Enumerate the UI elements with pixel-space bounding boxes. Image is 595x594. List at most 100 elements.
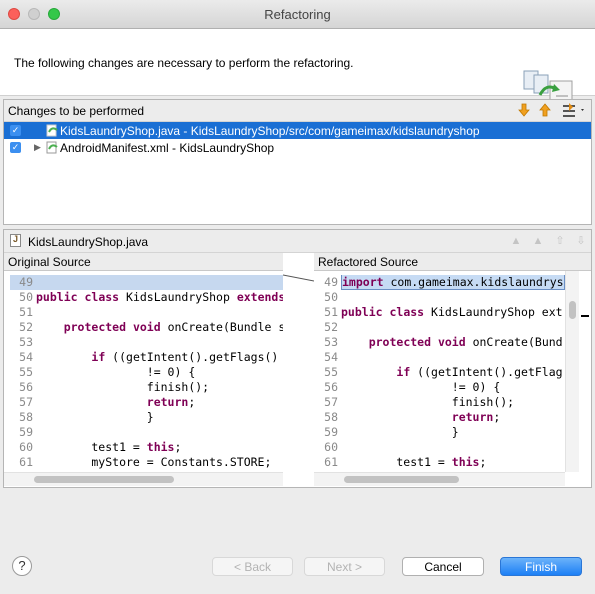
xml-file-change-icon bbox=[46, 141, 58, 154]
compare-panel: KidsLaundryShop.java ▲ ▲ ⇧ ⇩ Original So… bbox=[3, 229, 592, 488]
line-number: 55 bbox=[324, 365, 338, 379]
change-item-java-label: KidsLaundryShop.java - KidsLaundryShop/s… bbox=[60, 124, 480, 138]
code-line: 56 != 0) { bbox=[315, 380, 565, 395]
code-line: 51 public class KidsLaundryShop ext bbox=[315, 305, 565, 320]
code-line: 57 return; bbox=[10, 395, 283, 410]
previous-difference-icon: ▲ bbox=[532, 235, 544, 247]
line-number: 58 bbox=[19, 410, 33, 424]
code-line: 55 if ((getIntent().getFlag bbox=[315, 365, 565, 380]
code-line: 50 bbox=[315, 290, 565, 305]
code-text: public class KidsLaundryShop ext bbox=[341, 305, 563, 319]
change-item-java-checkbox[interactable]: ✓ bbox=[10, 125, 21, 136]
code-line: 56 finish(); bbox=[10, 380, 283, 395]
code-line: 51 bbox=[10, 305, 283, 320]
line-number: 50 bbox=[324, 290, 338, 304]
code-text: != 0) { bbox=[36, 365, 196, 379]
code-text: finish(); bbox=[36, 380, 210, 394]
change-item-manifest-checkbox[interactable]: ✓ bbox=[10, 142, 21, 153]
line-number: 61 bbox=[19, 455, 33, 469]
code-line: 52 protected void onCreate(Bundle s bbox=[10, 320, 283, 335]
code-text: public class KidsLaundryShop extends bbox=[36, 290, 283, 304]
changes-panel: Changes to be performed ✓ KidsLaundrySho… bbox=[3, 99, 592, 225]
diff-connector bbox=[283, 274, 314, 282]
refactored-vscroll[interactable] bbox=[565, 271, 579, 472]
original-source-title: Original Source bbox=[4, 253, 283, 271]
filter-icon[interactable] bbox=[561, 102, 587, 118]
line-number: 51 bbox=[324, 305, 338, 319]
code-line: 61 myStore = Constants.STORE; bbox=[10, 455, 283, 470]
line-number: 53 bbox=[19, 335, 33, 349]
compare-header: KidsLaundryShop.java ▲ ▲ ⇧ ⇩ bbox=[4, 230, 591, 253]
java-file-change-icon bbox=[46, 124, 58, 137]
changes-label: Changes to be performed bbox=[8, 104, 145, 118]
change-item-manifest[interactable]: ✓ ▶ AndroidManifest.xml - KidsLaundrySho… bbox=[4, 139, 591, 156]
refactored-source-editor[interactable]: 49 import com.gameimax.kidslaundrys 50 51 pu… bbox=[315, 275, 565, 470]
line-number: 49 bbox=[19, 275, 33, 289]
line-number: 59 bbox=[19, 425, 33, 439]
line-number: 57 bbox=[324, 395, 338, 409]
code-text: return; bbox=[451, 410, 501, 424]
code-text: } bbox=[341, 425, 459, 439]
refactored-vscroll-thumb[interactable] bbox=[569, 301, 576, 319]
code-line: 52 bbox=[315, 320, 565, 335]
code-line: 55 != 0) { bbox=[10, 365, 283, 380]
code-line: 49 import com.gameimax.kidslaundrys bbox=[315, 275, 565, 290]
java-file-icon bbox=[10, 234, 21, 247]
compare-file-name: KidsLaundryShop.java bbox=[28, 235, 149, 249]
code-line: 54 bbox=[315, 350, 565, 365]
line-number: 60 bbox=[324, 440, 338, 454]
title-bar: Refactoring bbox=[0, 0, 595, 29]
refactored-source-title: Refactored Source bbox=[314, 253, 591, 271]
code-text: finish(); bbox=[341, 395, 515, 409]
line-number: 53 bbox=[324, 335, 338, 349]
code-text: } bbox=[36, 410, 154, 424]
line-number: 56 bbox=[324, 380, 338, 394]
next-change-icon: ⇧ bbox=[555, 235, 565, 247]
code-line: 59 } bbox=[315, 425, 565, 440]
wizard-header: The following changes are necessary to p… bbox=[0, 29, 595, 108]
line-number: 54 bbox=[324, 350, 338, 364]
finish-button[interactable]: Finish bbox=[500, 557, 582, 576]
line-number: 61 bbox=[324, 455, 338, 469]
line-number: 51 bbox=[19, 305, 33, 319]
cancel-button[interactable]: Cancel bbox=[402, 557, 484, 576]
help-button[interactable]: ? bbox=[12, 556, 32, 576]
code-text: != 0) { bbox=[341, 380, 501, 394]
change-item-manifest-label: AndroidManifest.xml - KidsLaundryShop bbox=[60, 141, 275, 155]
code-line: 50 public class KidsLaundryShop extends bbox=[10, 290, 283, 305]
next-button[interactable]: Next > bbox=[304, 557, 385, 576]
arrow-up-icon[interactable] bbox=[537, 102, 553, 118]
expand-triangle-icon[interactable]: ▶ bbox=[34, 142, 41, 153]
previous-change-icon: ⇩ bbox=[576, 235, 586, 247]
code-line: 53 bbox=[10, 335, 283, 350]
refactored-hscroll[interactable] bbox=[314, 472, 565, 486]
back-button[interactable]: < Back bbox=[212, 557, 293, 576]
code-line: 53 protected void onCreate(Bund bbox=[315, 335, 565, 350]
next-difference-icon: ▲ bbox=[510, 235, 522, 247]
line-number: 52 bbox=[324, 320, 338, 334]
code-text: if ((getIntent().getFlags() bbox=[91, 350, 279, 364]
change-item-java[interactable]: ✓ KidsLaundryShop.java - KidsLaundryShop… bbox=[4, 122, 591, 139]
line-number: 54 bbox=[19, 350, 33, 364]
line-number: 58 bbox=[324, 410, 338, 424]
code-text: import com.gameimax.kidslaundrys bbox=[341, 275, 565, 290]
code-line: 61 test1 = this; bbox=[315, 455, 565, 470]
code-line: 60 bbox=[315, 440, 565, 455]
line-number: 49 bbox=[324, 275, 338, 289]
original-source-editor[interactable]: 49 50 public class KidsLaundryShop extends… bbox=[10, 275, 283, 470]
code-line: 58 } bbox=[10, 410, 283, 425]
code-text: return; bbox=[146, 395, 196, 409]
header-message: The following changes are necessary to p… bbox=[14, 56, 354, 70]
code-line: 58 return; bbox=[315, 410, 565, 425]
changes-panel-header: Changes to be performed bbox=[4, 100, 591, 122]
original-hscroll-thumb[interactable] bbox=[34, 476, 174, 483]
code-line: 60 test1 = this; bbox=[10, 440, 283, 455]
window-title: Refactoring bbox=[264, 7, 331, 22]
line-number: 52 bbox=[19, 320, 33, 334]
refactored-hscroll-thumb[interactable] bbox=[344, 476, 459, 483]
original-hscroll[interactable] bbox=[4, 472, 283, 486]
code-line: 57 finish(); bbox=[315, 395, 565, 410]
code-line: 59 bbox=[10, 425, 283, 440]
arrow-down-icon[interactable] bbox=[516, 102, 532, 118]
code-text: myStore = Constants.STORE; bbox=[36, 455, 272, 469]
